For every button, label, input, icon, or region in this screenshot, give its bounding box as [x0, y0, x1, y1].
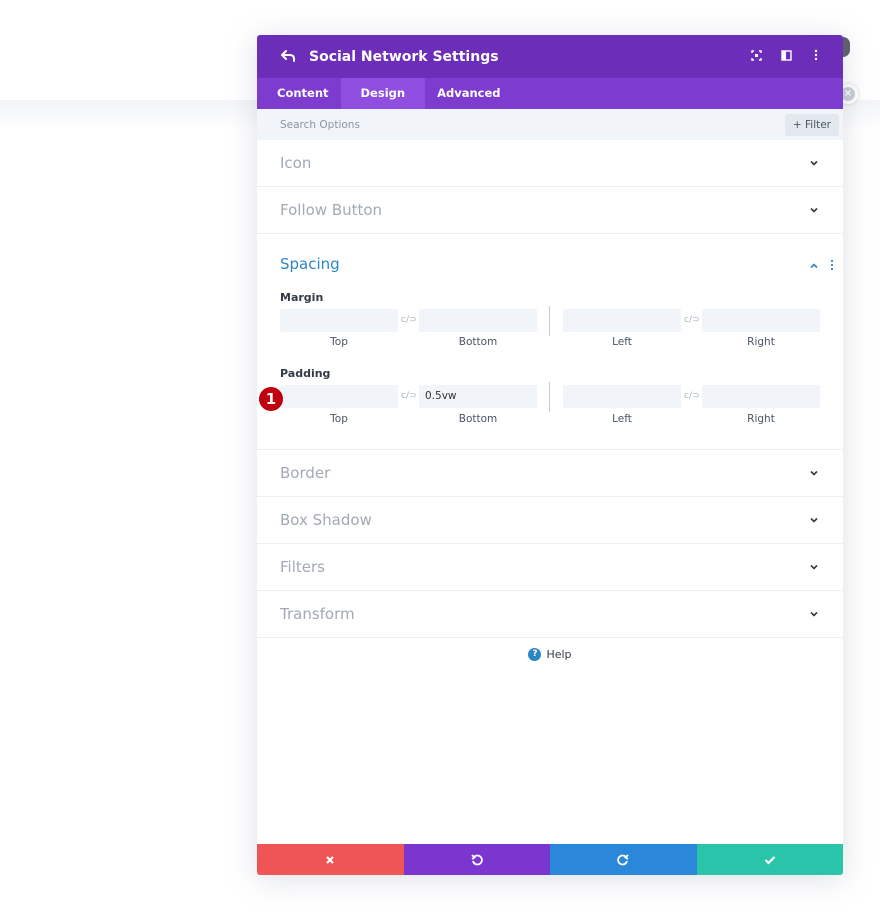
chevron-down-icon [810, 611, 818, 617]
save-button[interactable] [696, 844, 843, 875]
group-follow-button[interactable]: Follow Button [257, 187, 843, 234]
group-transform[interactable]: Transform [257, 591, 843, 638]
more-vertical-icon[interactable] [830, 259, 834, 271]
chevron-down-icon [810, 160, 818, 166]
group-filters[interactable]: Filters [257, 544, 843, 591]
redo-icon [617, 853, 629, 865]
padding-left-label: Left [612, 413, 632, 425]
modal-title: Social Network Settings [309, 48, 499, 65]
group-title: Box Shadow [280, 511, 372, 529]
group-title: Follow Button [280, 201, 383, 219]
group-icon[interactable]: Icon [257, 140, 843, 187]
padding-top-label: Top [330, 413, 348, 425]
group-title: Transform [280, 605, 355, 623]
tab-content[interactable]: Content [265, 78, 341, 109]
divider [549, 306, 550, 336]
redo-button[interactable] [550, 844, 697, 875]
close-icon: × [841, 87, 855, 101]
help-link[interactable]: ? Help [257, 648, 843, 661]
margin-bottom-label: Bottom [458, 336, 498, 348]
filter-button[interactable]: + Filter [784, 113, 839, 136]
group-border[interactable]: Border [257, 450, 843, 497]
margin-label: Margin [280, 291, 324, 304]
divider [549, 382, 550, 412]
margin-left-label: Left [612, 336, 632, 348]
group-title[interactable]: Spacing [280, 255, 340, 273]
margin-right-label: Right [747, 336, 775, 348]
margin-bottom-input[interactable] [419, 309, 537, 332]
help-label: Help [546, 648, 572, 661]
chevron-down-icon [810, 517, 818, 523]
margin-left-input[interactable] [563, 309, 681, 332]
search-input[interactable]: Search Options [280, 119, 785, 131]
tab-bar: Content Design Advanced [257, 78, 843, 109]
padding-bottom-input[interactable]: 0.5vw [419, 385, 537, 408]
question-icon: ? [528, 648, 542, 661]
padding-label: Padding [280, 367, 331, 380]
link-icon[interactable]: c/⊃ [401, 315, 417, 325]
chevron-up-icon[interactable] [809, 261, 819, 271]
link-icon[interactable]: c/⊃ [401, 391, 417, 401]
split-view-icon[interactable] [771, 49, 801, 64]
chevron-down-icon [810, 564, 818, 570]
padding-right-label: Right [747, 413, 775, 425]
undo-arrow-icon[interactable] [280, 47, 297, 67]
padding-bottom-label: Bottom [458, 413, 498, 425]
modal-footer [257, 844, 843, 875]
margin-top-input[interactable] [280, 309, 398, 332]
check-icon [764, 855, 776, 865]
step-marker: 1 [259, 387, 283, 411]
tab-design[interactable]: Design [340, 78, 426, 109]
group-title: Icon [280, 154, 312, 172]
padding-right-input[interactable] [702, 385, 820, 408]
search-bar: Search Options + Filter [257, 109, 843, 140]
close-icon [326, 855, 335, 864]
padding-top-input[interactable] [280, 385, 398, 408]
settings-modal: Social Network Settings Content Design A… [257, 35, 843, 875]
focus-icon[interactable] [741, 49, 771, 64]
group-spacing: Spacing Margin c/⊃ c/⊃ Top Bottom Left R… [257, 234, 843, 450]
modal-header: Social Network Settings [257, 35, 843, 78]
tab-advanced[interactable]: Advanced [425, 78, 512, 109]
more-vertical-icon[interactable] [801, 49, 831, 64]
group-title: Filters [280, 558, 325, 576]
margin-top-label: Top [330, 336, 348, 348]
cancel-button[interactable] [257, 844, 404, 875]
margin-right-input[interactable] [702, 309, 820, 332]
link-icon[interactable]: c/⊃ [684, 391, 700, 401]
chevron-down-icon [810, 470, 818, 476]
undo-icon [471, 853, 483, 865]
undo-button[interactable] [403, 844, 550, 875]
padding-left-input[interactable] [563, 385, 681, 408]
group-box-shadow[interactable]: Box Shadow [257, 497, 843, 544]
link-icon[interactable]: c/⊃ [684, 315, 700, 325]
chevron-down-icon [810, 207, 818, 213]
group-title: Border [280, 464, 331, 482]
